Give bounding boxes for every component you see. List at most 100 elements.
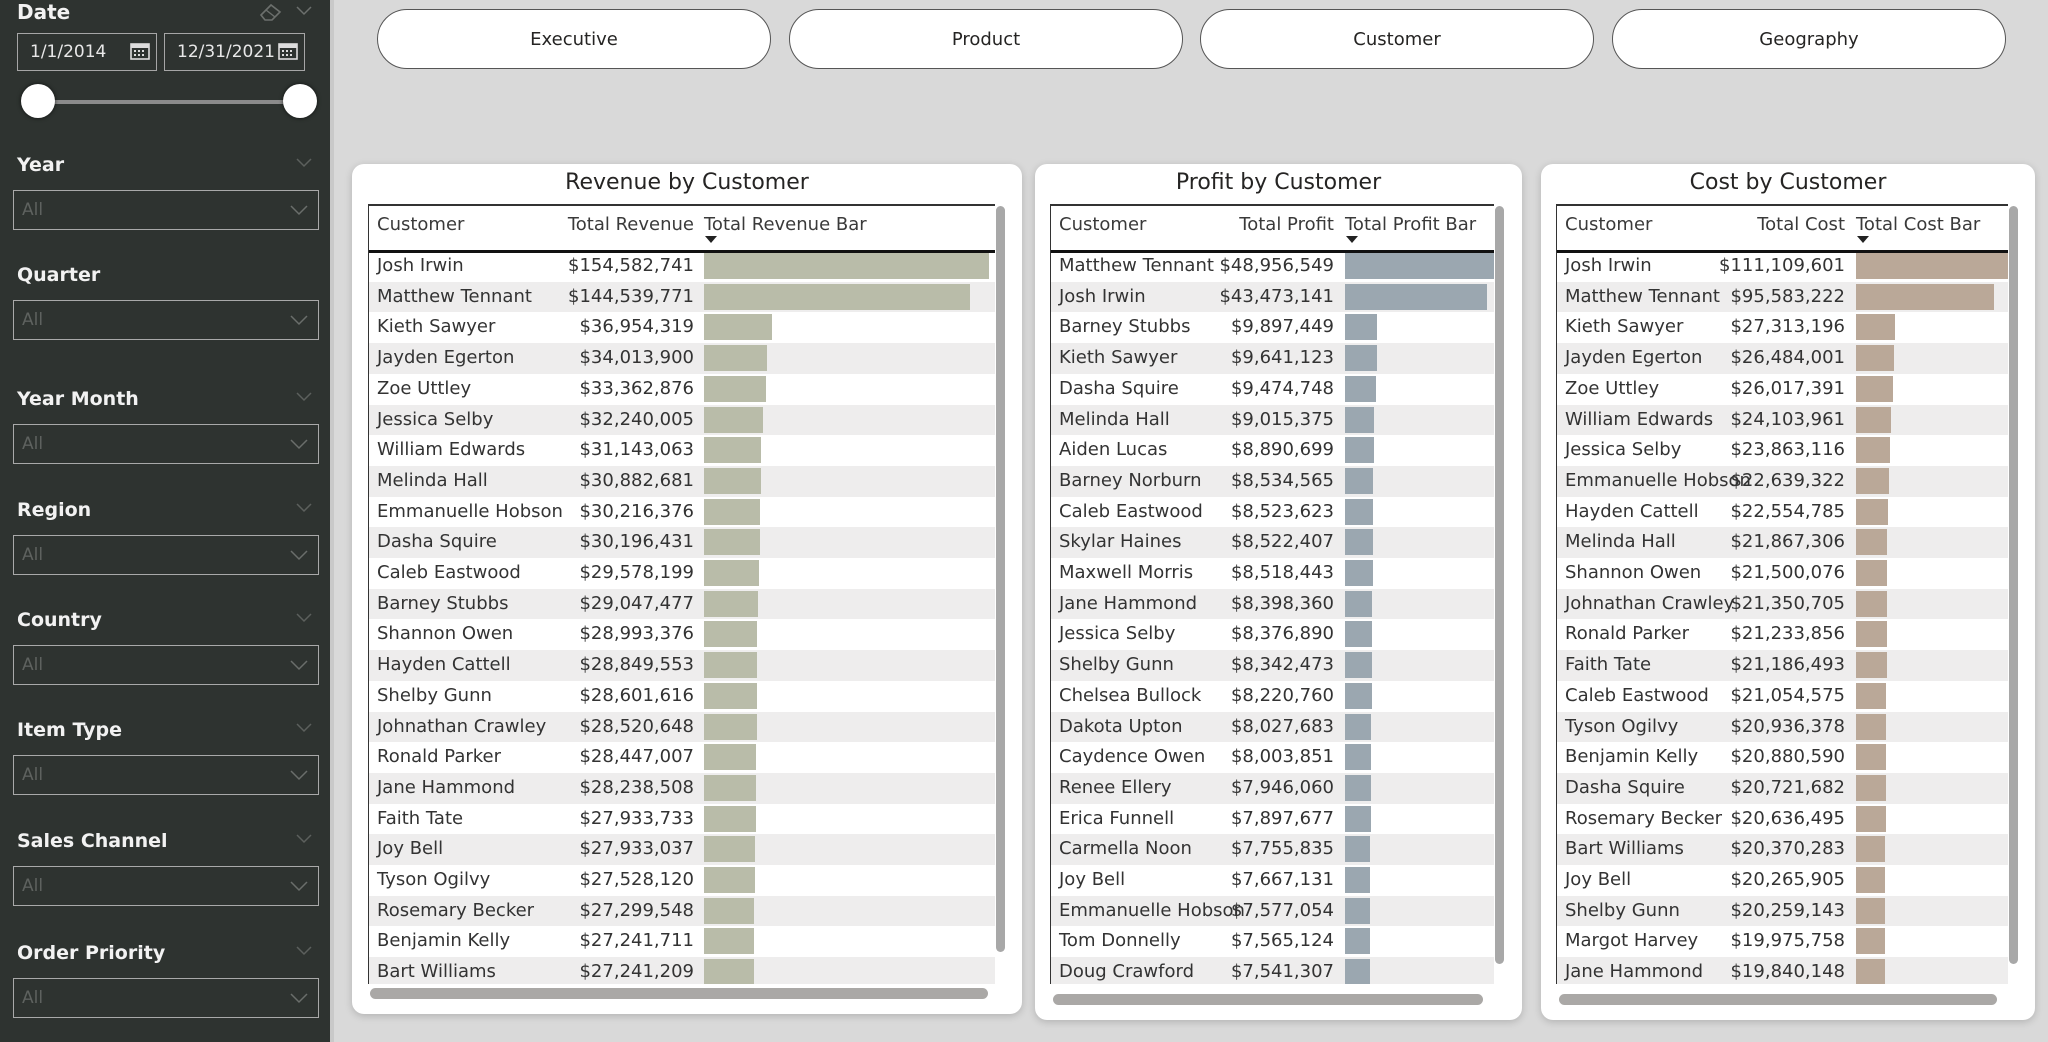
table-row[interactable]: Melinda Hall $9,015,375	[1051, 404, 1494, 436]
table-row[interactable]: Tom Donnelly $7,565,124	[1051, 926, 1494, 957]
table-row[interactable]: Skylar Haines $8,522,407	[1051, 527, 1494, 558]
table-row[interactable]: Joy Bell $20,265,905	[1557, 865, 2008, 896]
order-priority-dropdown[interactable]: All	[13, 978, 319, 1018]
table-row[interactable]: Caydence Owen $8,003,851	[1051, 742, 1494, 773]
table-row[interactable]: Emmanuelle Hobson $7,577,054	[1051, 895, 1494, 927]
table-row[interactable]: Rosemary Becker $20,636,495	[1557, 804, 2008, 835]
table-row[interactable]: Carmella Noon $7,755,835	[1051, 834, 1494, 865]
table-row[interactable]: Benjamin Kelly $27,241,711	[369, 926, 995, 957]
column-header-bar[interactable]: Total Revenue Bar	[704, 214, 867, 235]
table-row[interactable]: Doug Crawford $7,541,307	[1051, 957, 1494, 984]
table-row[interactable]: Jessica Selby $23,863,116	[1557, 435, 2008, 466]
table-row[interactable]: Faith Tate $27,933,733	[369, 804, 995, 835]
table-row[interactable]: Matthew Tennant $144,539,771	[369, 281, 995, 313]
column-header-bar[interactable]: Total Profit Bar	[1345, 214, 1476, 235]
table-row[interactable]: Dasha Squire $9,474,748	[1051, 374, 1494, 405]
table-row[interactable]: Margot Harvey $19,975,758	[1557, 926, 2008, 957]
column-header-bar[interactable]: Total Cost Bar	[1856, 214, 1980, 235]
vertical-scrollbar[interactable]	[1495, 206, 1504, 964]
country-dropdown[interactable]: All	[13, 645, 319, 685]
chevron-down-icon[interactable]	[296, 723, 312, 733]
horizontal-scrollbar[interactable]	[370, 988, 988, 999]
table-row[interactable]: Emmanuelle Hobson $30,216,376	[369, 497, 995, 528]
table-row[interactable]: Johnathan Crawley $28,520,648	[369, 711, 995, 743]
table-row[interactable]: Josh Irwin $43,473,141	[1051, 281, 1494, 313]
column-header-total[interactable]: Total Revenue	[568, 214, 694, 235]
table-row[interactable]: Shelby Gunn $8,342,473	[1051, 650, 1494, 681]
table-row[interactable]: Hayden Cattell $22,554,785	[1557, 497, 2008, 528]
chevron-down-icon[interactable]	[296, 613, 312, 623]
start-date-input[interactable]: 1/1/2014	[17, 33, 157, 71]
chevron-down-icon[interactable]	[296, 946, 312, 956]
table-row[interactable]: Barney Norburn $8,534,565	[1051, 465, 1494, 497]
table-row[interactable]: Shelby Gunn $28,601,616	[369, 681, 995, 712]
nav-executive-button[interactable]: Executive	[377, 9, 771, 69]
column-header-total[interactable]: Total Cost	[1757, 214, 1845, 235]
table-row[interactable]: Joy Bell $27,933,037	[369, 834, 995, 865]
eraser-icon[interactable]	[258, 2, 284, 22]
table-row[interactable]: Dakota Upton $8,027,683	[1051, 711, 1494, 743]
table-row[interactable]: Jayden Egerton $34,013,900	[369, 343, 995, 374]
table-row[interactable]: Jane Hammond $19,840,148	[1557, 957, 2008, 984]
table-row[interactable]: Melinda Hall $30,882,681	[369, 465, 995, 497]
region-dropdown[interactable]: All	[13, 535, 319, 575]
table-row[interactable]: Faith Tate $21,186,493	[1557, 650, 2008, 681]
table-row[interactable]: Jane Hammond $28,238,508	[369, 772, 995, 804]
table-row[interactable]: Barney Stubbs $29,047,477	[369, 588, 995, 620]
table-row[interactable]: Ronald Parker $21,233,856	[1557, 619, 2008, 650]
table-row[interactable]: William Edwards $31,143,063	[369, 435, 995, 466]
item-type-dropdown[interactable]: All	[13, 755, 319, 795]
table-row[interactable]: Emmanuelle Hobson $22,639,322	[1557, 465, 2008, 497]
table-row[interactable]: Shelby Gunn $20,259,143	[1557, 895, 2008, 927]
table-row[interactable]: Josh Irwin $154,582,741	[369, 251, 995, 282]
date-range-start-handle[interactable]	[21, 84, 55, 118]
table-row[interactable]: Shannon Owen $28,993,376	[369, 619, 995, 650]
table-row[interactable]: Melinda Hall $21,867,306	[1557, 527, 2008, 558]
table-row[interactable]: Jessica Selby $32,240,005	[369, 404, 995, 436]
end-date-input[interactable]: 12/31/2021	[164, 33, 305, 71]
column-header-total[interactable]: Total Profit	[1239, 214, 1334, 235]
year-month-dropdown[interactable]: All	[13, 424, 319, 464]
table-row[interactable]: Joy Bell $7,667,131	[1051, 865, 1494, 896]
chevron-down-icon[interactable]	[296, 503, 312, 513]
table-row[interactable]: Renee Ellery $7,946,060	[1051, 772, 1494, 804]
table-row[interactable]: Dasha Squire $20,721,682	[1557, 772, 2008, 804]
table-row[interactable]: Kieth Sawyer $27,313,196	[1557, 312, 2008, 343]
table-row[interactable]: Chelsea Bullock $8,220,760	[1051, 681, 1494, 712]
vertical-scrollbar[interactable]	[996, 206, 1005, 952]
sales-channel-dropdown[interactable]: All	[13, 866, 319, 906]
table-row[interactable]: Zoe Uttley $33,362,876	[369, 374, 995, 405]
table-row[interactable]: Tyson Ogilvy $20,936,378	[1557, 711, 2008, 743]
nav-customer-button[interactable]: Customer	[1200, 9, 1594, 69]
calendar-icon[interactable]	[278, 42, 298, 60]
table-row[interactable]: Kieth Sawyer $36,954,319	[369, 312, 995, 343]
column-header-customer[interactable]: Customer	[377, 214, 464, 235]
table-row[interactable]: Benjamin Kelly $20,880,590	[1557, 742, 2008, 773]
table-row[interactable]: Erica Funnell $7,897,677	[1051, 804, 1494, 835]
year-dropdown[interactable]: All	[13, 190, 319, 230]
nav-product-button[interactable]: Product	[789, 9, 1183, 69]
quarter-dropdown[interactable]: All	[13, 300, 319, 340]
table-row[interactable]: Bart Williams $27,241,209	[369, 957, 995, 984]
table-row[interactable]: Jessica Selby $8,376,890	[1051, 619, 1494, 650]
table-row[interactable]: Shannon Owen $21,500,076	[1557, 558, 2008, 589]
table-row[interactable]: Maxwell Morris $8,518,443	[1051, 558, 1494, 589]
chevron-down-icon[interactable]	[296, 392, 312, 402]
vertical-scrollbar[interactable]	[2009, 206, 2018, 964]
horizontal-scrollbar[interactable]	[1559, 994, 1997, 1005]
table-row[interactable]: Barney Stubbs $9,897,449	[1051, 312, 1494, 343]
table-row[interactable]: Tyson Ogilvy $27,528,120	[369, 865, 995, 896]
table-row[interactable]: Matthew Tennant $95,583,222	[1557, 281, 2008, 313]
table-row[interactable]: Caleb Eastwood $8,523,623	[1051, 497, 1494, 528]
chevron-down-icon[interactable]	[296, 834, 312, 844]
table-row[interactable]: Johnathan Crawley $21,350,705	[1557, 588, 2008, 620]
sort-descending-icon[interactable]	[1346, 236, 1358, 243]
table-row[interactable]: Hayden Cattell $28,849,553	[369, 650, 995, 681]
table-row[interactable]: Caleb Eastwood $21,054,575	[1557, 681, 2008, 712]
column-header-customer[interactable]: Customer	[1059, 214, 1146, 235]
table-row[interactable]: Josh Irwin $111,109,601	[1557, 251, 2008, 282]
date-range-end-handle[interactable]	[283, 84, 317, 118]
table-row[interactable]: Rosemary Becker $27,299,548	[369, 895, 995, 927]
calendar-icon[interactable]	[130, 42, 150, 60]
table-row[interactable]: Dasha Squire $30,196,431	[369, 527, 995, 558]
